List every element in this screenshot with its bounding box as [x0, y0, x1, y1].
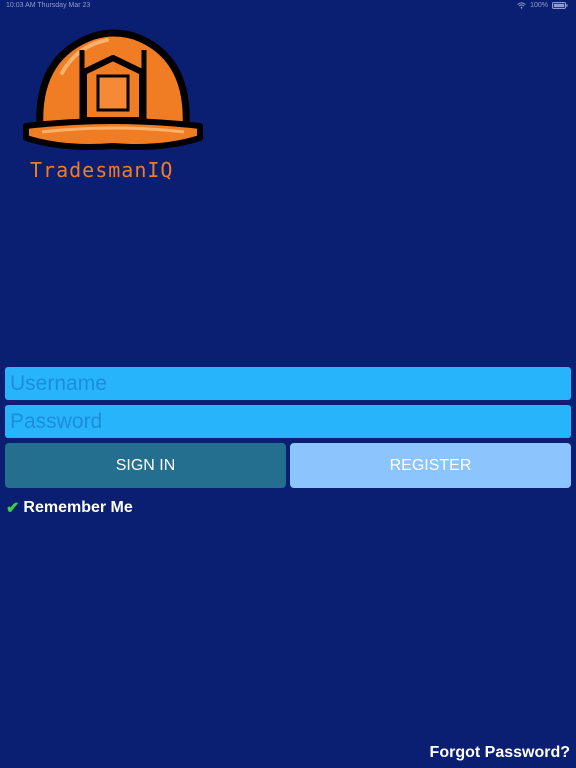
remember-me-toggle[interactable]: ✔ Remember Me [6, 498, 133, 518]
register-button[interactable]: REGISTER [290, 443, 571, 488]
forgot-password-link[interactable]: Forgot Password? [430, 744, 570, 762]
hard-hat-icon [23, 29, 203, 150]
status-bar: 10:03 AM Thursday Mar 23 100% [0, 0, 576, 12]
wifi-icon [517, 2, 526, 9]
battery-icon [552, 2, 568, 9]
status-time-date: 10:03 AM Thursday Mar 23 [6, 2, 91, 9]
battery-percent: 100% [530, 2, 548, 9]
logo-text: TradesmanIQ [30, 158, 174, 182]
checkmark-icon: ✔ [6, 500, 20, 517]
sign-in-button[interactable]: SIGN IN [5, 443, 286, 488]
password-input[interactable] [5, 405, 571, 438]
status-right: 100% [517, 2, 568, 9]
remember-me-label: Remember Me [23, 499, 133, 516]
username-input[interactable] [5, 367, 571, 400]
